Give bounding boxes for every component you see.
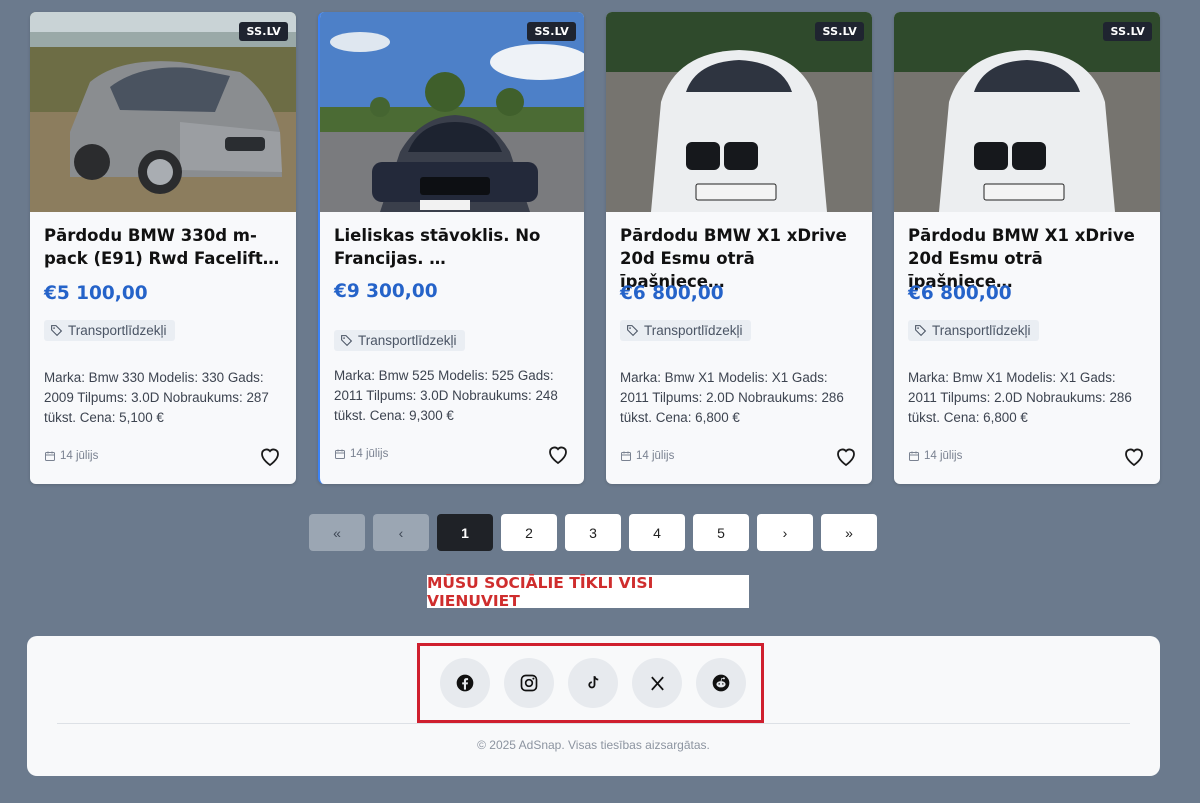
next-page-button[interactable]: › — [757, 514, 813, 551]
tag-icon — [915, 325, 927, 337]
listing-photo[interactable]: SS.LV — [30, 12, 296, 212]
page-button-2[interactable]: 2 — [501, 514, 557, 551]
pagination: « ‹ 1 2 3 4 5 › » — [309, 514, 877, 551]
prev-page-button[interactable]: ‹ — [373, 514, 429, 551]
last-page-button[interactable]: » — [821, 514, 877, 551]
listing-date: 14 jūlijs — [44, 450, 98, 462]
source-badge: SS.LV — [527, 22, 576, 41]
copyright-text: © 2025 AdSnap. Visas tiesības aizsargāta… — [477, 738, 710, 752]
category-label: Transportlīdzekļi — [644, 323, 743, 338]
listing-card[interactable]: SS.LV Lieliskas stāvoklis. No Francijas.… — [318, 12, 584, 484]
category-tag[interactable]: Transportlīdzekļi — [44, 320, 175, 341]
listing-date: 14 jūlijs — [620, 450, 674, 462]
listing-price: €5 100,00 — [44, 283, 148, 304]
date-label: 14 jūlijs — [636, 450, 675, 462]
source-badge: SS.LV — [815, 22, 864, 41]
page-button-5[interactable]: 5 — [693, 514, 749, 551]
tag-icon — [627, 325, 639, 337]
listing-price: €9 300,00 — [334, 281, 438, 302]
listing-description: Marka: Bmw X1 Modelis: X1 Gads: 2011 Til… — [620, 370, 844, 425]
heart-icon[interactable] — [834, 444, 858, 468]
page-button-4[interactable]: 4 — [629, 514, 685, 551]
first-page-button[interactable]: « — [309, 514, 365, 551]
date-label: 14 jūlijs — [350, 448, 389, 460]
category-label: Transportlīdzekļi — [932, 323, 1031, 338]
listing-date: 14 jūlijs — [334, 448, 388, 460]
listing-title[interactable]: Lieliskas stāvoklis. No Francijas. … — [334, 224, 570, 270]
tag-icon — [341, 335, 353, 347]
category-label: Transportlīdzekļi — [68, 323, 167, 338]
category-tag[interactable]: Transportlīdzekļi — [620, 320, 751, 341]
category-tag[interactable]: Transportlīdzekļi — [334, 330, 465, 351]
listing-date: 14 jūlijs — [908, 450, 962, 462]
listing-price: €6 800,00 — [620, 283, 724, 304]
tag-icon — [51, 325, 63, 337]
source-badge: SS.LV — [1103, 22, 1152, 41]
footer: © 2025 AdSnap. Visas tiesības aizsargāta… — [27, 636, 1160, 776]
category-label: Transportlīdzekļi — [358, 333, 457, 348]
listing-photo[interactable]: SS.LV — [320, 12, 584, 212]
heart-icon[interactable] — [546, 442, 570, 466]
date-label: 14 jūlijs — [60, 450, 99, 462]
calendar-icon — [335, 449, 345, 459]
listing-description: Marka: Bmw 330 Modelis: 330 Gads: 2009 T… — [44, 370, 269, 425]
listing-card[interactable]: SS.LV Pārdodu BMW X1 xDrive 20d Esmu otr… — [894, 12, 1160, 484]
page-button-3[interactable]: 3 — [565, 514, 621, 551]
source-badge: SS.LV — [239, 22, 288, 41]
listing-photo[interactable]: SS.LV — [606, 12, 872, 212]
page-button-1[interactable]: 1 — [437, 514, 493, 551]
calendar-icon — [45, 451, 55, 461]
social-heading: MŪSU SOCIĀLIE TĪKLI VISI VIENUVIET — [427, 574, 749, 610]
heart-icon[interactable] — [1122, 444, 1146, 468]
listing-photo[interactable]: SS.LV — [894, 12, 1160, 212]
calendar-icon — [621, 451, 631, 461]
listing-description: Marka: Bmw 525 Modelis: 525 Gads: 2011 T… — [334, 368, 558, 423]
listing-card[interactable]: SS.LV Pārdodu BMW X1 xDrive 20d Esmu otr… — [606, 12, 872, 484]
heart-icon[interactable] — [258, 444, 282, 468]
category-tag[interactable]: Transportlīdzekļi — [908, 320, 1039, 341]
date-label: 14 jūlijs — [924, 450, 963, 462]
listing-card[interactable]: SS.LV Pārdodu BMW 330d m-pack (E91) Rwd … — [30, 12, 296, 484]
listing-description: Marka: Bmw X1 Modelis: X1 Gads: 2011 Til… — [908, 370, 1132, 425]
highlight-box — [417, 643, 764, 723]
footer-divider — [57, 723, 1130, 724]
calendar-icon — [909, 451, 919, 461]
listing-title[interactable]: Pārdodu BMW 330d m-pack (E91) Rwd Faceli… — [44, 224, 282, 270]
listing-price: €6 800,00 — [908, 283, 1012, 304]
